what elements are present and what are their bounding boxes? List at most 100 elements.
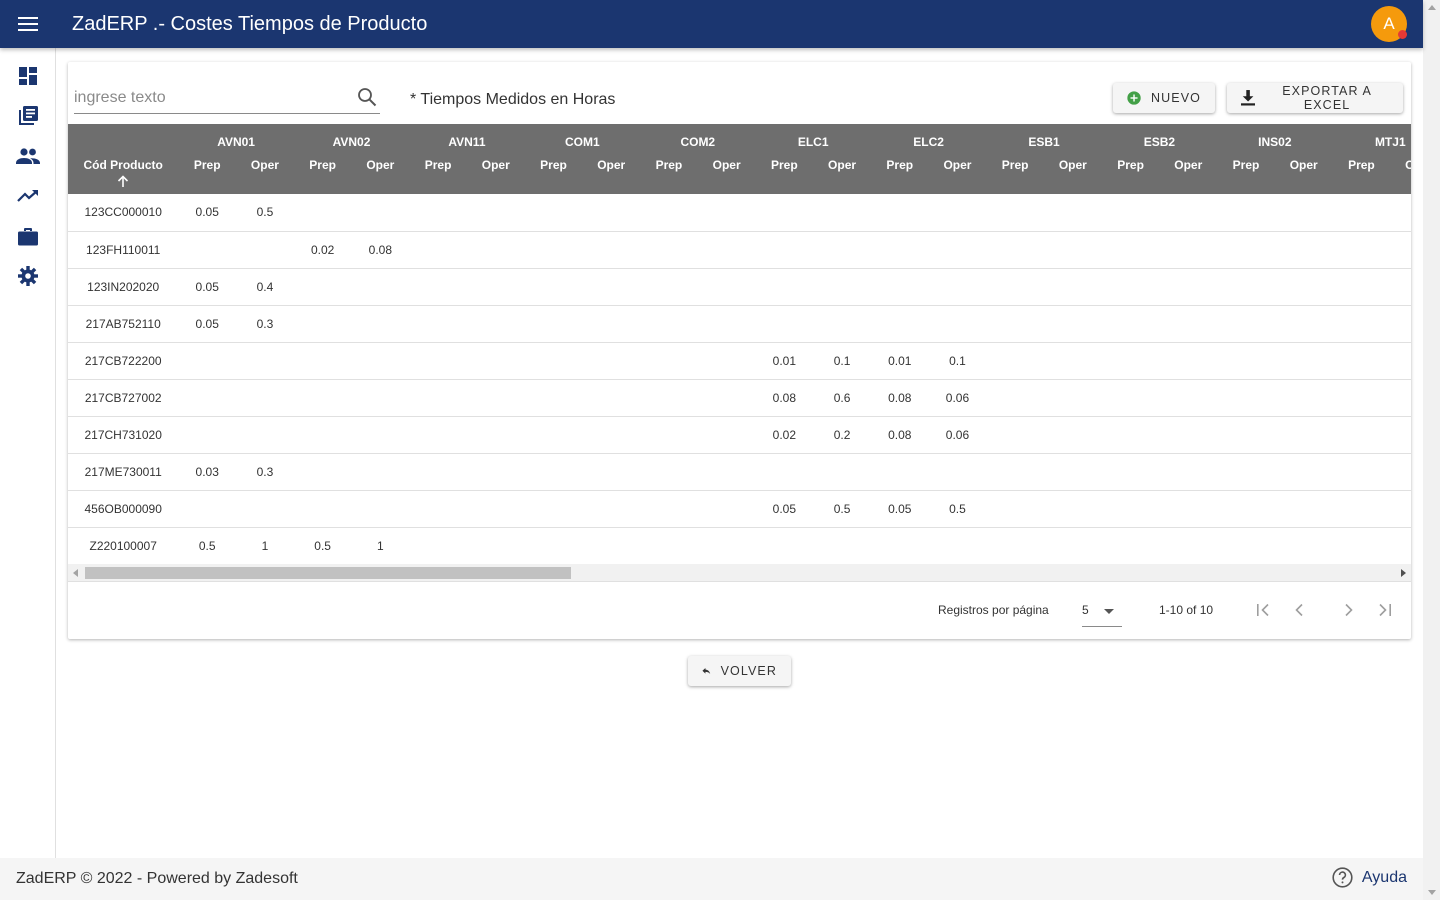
oper-time-cell: 0.4 [236,268,294,306]
oper-time-cell [466,490,525,528]
first-page-icon [1257,603,1269,617]
sort-ascending-icon[interactable] [117,175,129,187]
oper-header: Oper [712,158,741,172]
oper-time-cell [351,342,410,380]
page-scrollbar[interactable] [1423,0,1440,900]
oper-time-cell [582,305,641,343]
first-page-button[interactable] [1251,598,1275,622]
prep-time-cell [986,342,1044,380]
footer: ZadERP © 2022 - Powered by Zadesoft Ayud… [0,858,1423,900]
sidebar-item-settings[interactable] [0,256,56,296]
oper-time-cell [928,305,987,343]
prep-time-cell [986,305,1044,343]
oper-time-cell [1159,416,1218,454]
oper-time-cell [351,379,410,417]
prep-time-cell [986,527,1044,564]
menu-button[interactable] [0,0,56,48]
oper-time-cell [928,268,987,306]
prep-time-cell: 0.02 [293,231,352,269]
prep-time-cell [640,231,698,269]
prep-time-cell [1101,490,1160,528]
oper-time-cell [1044,305,1102,343]
prep-time-cell [524,194,583,232]
menu-icon [18,17,38,31]
table-row[interactable]: 217ME730011 0.03 0.3 [68,453,1411,491]
table-horizontal-scrollbar[interactable] [68,564,1411,581]
scroll-up-arrow[interactable] [1428,5,1436,10]
prep-time-cell [755,527,814,564]
prep-time-cell [524,342,583,380]
sidebar-item-trending[interactable] [0,176,56,216]
table-row[interactable]: 456OB000090 0.05 0.5 0.05 0.5 [68,490,1411,528]
prep-time-cell [178,231,237,269]
table-row[interactable]: 123IN202020 0.05 0.4 [68,268,1411,306]
prep-time-cell: 0.08 [755,379,814,417]
sidebar-item-dashboard[interactable] [0,56,56,96]
last-page-button[interactable] [1373,598,1397,622]
rows-per-page-select[interactable]: 5 [1082,596,1122,627]
help-link[interactable]: Ayuda [1332,867,1407,888]
scroll-right-arrow[interactable] [1401,569,1406,577]
new-button[interactable]: NUEVO [1113,83,1215,113]
oper-time-cell [1044,342,1102,380]
oper-time-cell [697,416,756,454]
prep-header: Prep [886,158,914,172]
table-row[interactable]: 217CB727002 0.08 0.6 0.08 0.06 [68,379,1411,417]
avatar[interactable]: A [1371,6,1407,42]
table-row[interactable]: 217CH731020 0.02 0.2 0.08 0.06 [68,416,1411,454]
prep-time-cell: 0.5 [293,527,352,564]
oper-time-cell: 0.3 [236,453,294,491]
oper-time-cell [1044,453,1102,491]
oper-time-cell [1274,416,1333,454]
oper-time-cell: 0.06 [928,379,987,417]
prep-header: Prep [540,158,567,172]
prep-header: Prep [1232,158,1260,172]
prep-time-cell [293,416,352,454]
scroll-left-arrow[interactable] [73,569,78,577]
search-icon[interactable] [356,86,378,108]
search-input[interactable] [74,86,344,110]
footer-copyright: ZadERP © 2022 - Powered by Zadesoft [16,870,298,887]
oper-time-cell [697,379,756,417]
next-page-button[interactable] [1337,598,1361,622]
prep-time-cell [1101,268,1160,306]
oper-time-cell: 0.5 [813,490,871,528]
oper-time-cell [1159,490,1218,528]
prep-header: Prep [655,158,683,172]
table-row[interactable]: 123FH110011 0.02 0.08 [68,231,1411,269]
prep-time-cell [524,416,583,454]
prep-time-cell: 0.05 [178,305,237,343]
prep-header: Prep [1348,158,1375,172]
prep-time-cell [1101,194,1160,232]
previous-page-button[interactable] [1287,598,1311,622]
back-button[interactable]: VOLVER [688,656,791,686]
code-group-header [68,124,178,154]
table-row[interactable]: Z220100007 0.5 1 0.5 1 [68,527,1411,564]
prep-time-cell [524,305,583,343]
scrollbar-thumb[interactable] [85,567,571,579]
oper-time-cell [697,490,756,528]
sidebar-item-people[interactable] [0,136,56,176]
prep-time-cell [1217,342,1275,380]
table-row[interactable]: 217CB722200 0.01 0.1 0.01 0.1 [68,342,1411,380]
scroll-down-arrow[interactable] [1428,890,1436,895]
oper-time-cell [1274,490,1333,528]
prep-time-cell [870,527,929,564]
prep-header: Prep [1001,158,1029,172]
prep-time-cell [1332,416,1391,454]
prep-time-cell [870,231,929,269]
sidebar-item-library[interactable] [0,96,56,136]
prep-time-cell [1101,527,1160,564]
oper-time-cell [813,194,871,232]
prep-time-cell [1217,453,1275,491]
sidebar-item-work[interactable] [0,216,56,256]
rows-per-page-value: 5 [1082,603,1089,617]
table-body: 123CC000010 0.05 0.5 123FH110011 0.02 0.08 123… [68,194,1411,564]
prep-time-cell [640,268,698,306]
table-row[interactable]: 217AB752110 0.05 0.3 [68,305,1411,343]
product-code-cell: 456OB000090 [68,490,179,528]
prep-time-cell [986,490,1044,528]
export-excel-button[interactable]: EXPORTAR A EXCEL [1227,83,1403,113]
table-row[interactable]: 123CC000010 0.05 0.5 [68,194,1411,232]
code-column-header[interactable]: Cód Producto [68,154,178,194]
